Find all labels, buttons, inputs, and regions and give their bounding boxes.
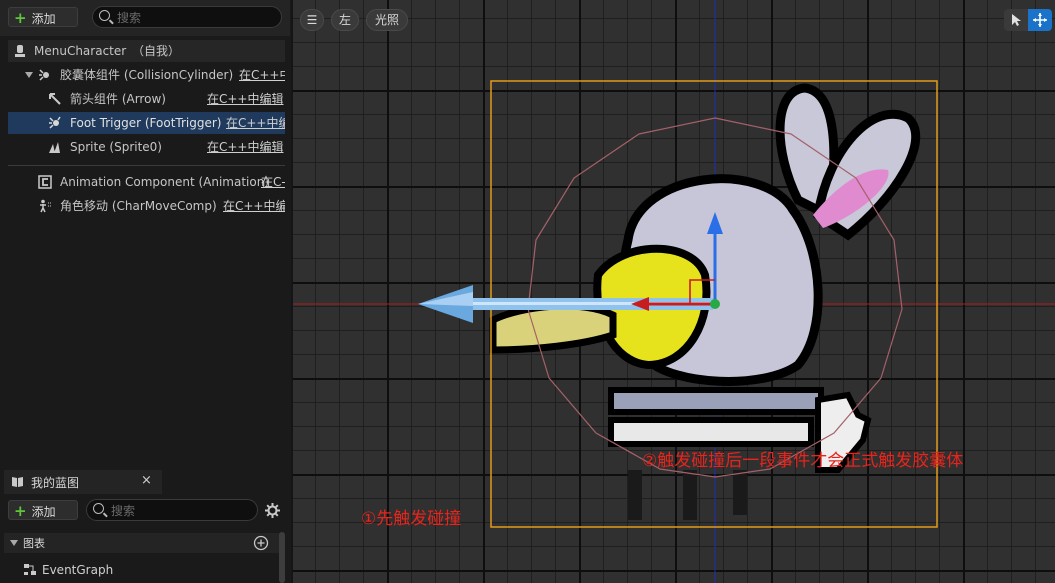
graph-item-event-graph[interactable]: EventGraph: [4, 559, 274, 581]
tree-item-foot-trigger[interactable]: Foot Trigger (FootTrigger) 在C++中编: [8, 112, 285, 134]
hamburger-icon: ☰: [306, 13, 318, 27]
char-move-edit-link[interactable]: 在C++中编: [223, 195, 285, 217]
blueprint-search-input[interactable]: 搜索: [86, 499, 258, 521]
foot-trigger-label: Foot Trigger (FootTrigger): [70, 116, 222, 130]
viewport[interactable]: ☰ 左 光照 ①先触发碰撞 ②触发碰撞后一段事件才会正式触发胶囊体: [293, 0, 1055, 583]
event-graph-icon: [24, 564, 36, 575]
animation-label: Animation Component (Animation): [60, 175, 270, 189]
cursor-icon: [1012, 14, 1021, 26]
tree-item-collision-cylinder[interactable]: 胶囊体组件 (CollisionCylinder) 在C++中: [8, 64, 285, 86]
graphs-section-header[interactable]: 图表: [4, 533, 284, 553]
annotation-first-trigger: ①先触发碰撞: [361, 509, 462, 529]
arrow-edit-link[interactable]: 在C++中编辑: [207, 88, 284, 110]
character-movement-icon: [40, 199, 51, 213]
capsule-component-icon: [39, 69, 49, 81]
chevron-down-icon[interactable]: [10, 540, 18, 546]
trigger-component-icon: [49, 116, 61, 129]
animation-edit-link[interactable]: 在C-: [261, 171, 285, 193]
my-blueprint-tab[interactable]: 我的蓝图 ×: [4, 470, 162, 494]
tree-item-arrow[interactable]: 箭头组件 (Arrow) 在C++中编辑: [8, 88, 285, 110]
arrow-label: 箭头组件 (Arrow): [70, 92, 166, 106]
add-graph-icon[interactable]: [253, 535, 269, 551]
lighting-mode-label: 光照: [374, 13, 399, 27]
blueprint-scrollbar[interactable]: [279, 532, 285, 583]
plus-icon: +: [14, 9, 27, 27]
arrow-component-icon: [49, 93, 61, 105]
graphs-section-label: 图表: [23, 537, 45, 550]
components-toolbar: + 添加 搜索: [0, 0, 290, 36]
gear-icon[interactable]: [264, 502, 281, 519]
annotation-second-trigger: ②触发碰撞后一段事件才会正式触发胶囊体: [642, 451, 964, 471]
blueprint-search-placeholder: 搜索: [111, 504, 136, 518]
search-icon: [99, 10, 110, 21]
close-icon[interactable]: ×: [141, 473, 152, 488]
add-component-button[interactable]: + 添加: [8, 7, 78, 27]
collision-cylinder-label: 胶囊体组件 (CollisionCylinder): [60, 68, 234, 82]
add-blueprint-item-button[interactable]: + 添加: [8, 500, 78, 520]
animation-component-icon: [38, 175, 52, 189]
tree-item-char-move[interactable]: 角色移动 (CharMoveComp) 在C++中编: [8, 195, 285, 217]
left-panel: + 添加 搜索 MenuCharacter （自我） 胶囊体组件 (Collisi…: [0, 0, 291, 583]
plus-icon: +: [14, 502, 27, 520]
foot-trigger-edit-link[interactable]: 在C++中编: [226, 112, 285, 134]
actor-icon: [15, 45, 25, 57]
tree-item-root[interactable]: MenuCharacter （自我）: [8, 40, 285, 62]
sprite-label: Sprite (Sprite0): [70, 140, 162, 154]
sprite-component-icon: [49, 142, 60, 153]
chevron-down-icon[interactable]: [25, 72, 33, 78]
search-icon: [93, 503, 104, 514]
components-panel: + 添加 搜索 MenuCharacter （自我） 胶囊体组件 (Collisi…: [0, 0, 290, 465]
viewport-scene: [293, 0, 1055, 583]
my-blueprint-tab-label: 我的蓝图: [31, 476, 80, 490]
transform-mode-group: [1004, 9, 1052, 31]
components-search-placeholder: 搜索: [117, 11, 142, 25]
root-suffix: （自我）: [132, 44, 181, 58]
view-mode-button[interactable]: 左: [331, 9, 359, 31]
add-blueprint-label: 添加: [31, 505, 56, 519]
tree-item-animation[interactable]: Animation Component (Animation) 在C-: [8, 171, 285, 193]
tree-divider: [8, 165, 285, 166]
root-name: MenuCharacter: [34, 44, 127, 58]
lighting-mode-button[interactable]: 光照: [366, 9, 408, 31]
view-mode-label: 左: [338, 13, 351, 27]
tree-item-sprite[interactable]: Sprite (Sprite0) 在C++中编辑: [8, 136, 285, 158]
components-search-input[interactable]: 搜索: [92, 6, 282, 28]
collision-cylinder-edit-link[interactable]: 在C++中: [239, 64, 285, 86]
select-mode-button[interactable]: [1004, 9, 1028, 31]
move-icon: [1033, 13, 1047, 27]
event-graph-label: EventGraph: [42, 563, 114, 577]
book-icon: [12, 477, 23, 487]
viewport-menu-button[interactable]: ☰: [300, 9, 324, 31]
add-component-label: 添加: [31, 12, 56, 26]
sprite-edit-link[interactable]: 在C++中编辑: [207, 136, 284, 158]
char-move-label: 角色移动 (CharMoveComp): [60, 199, 217, 213]
translate-mode-button[interactable]: [1028, 9, 1052, 31]
